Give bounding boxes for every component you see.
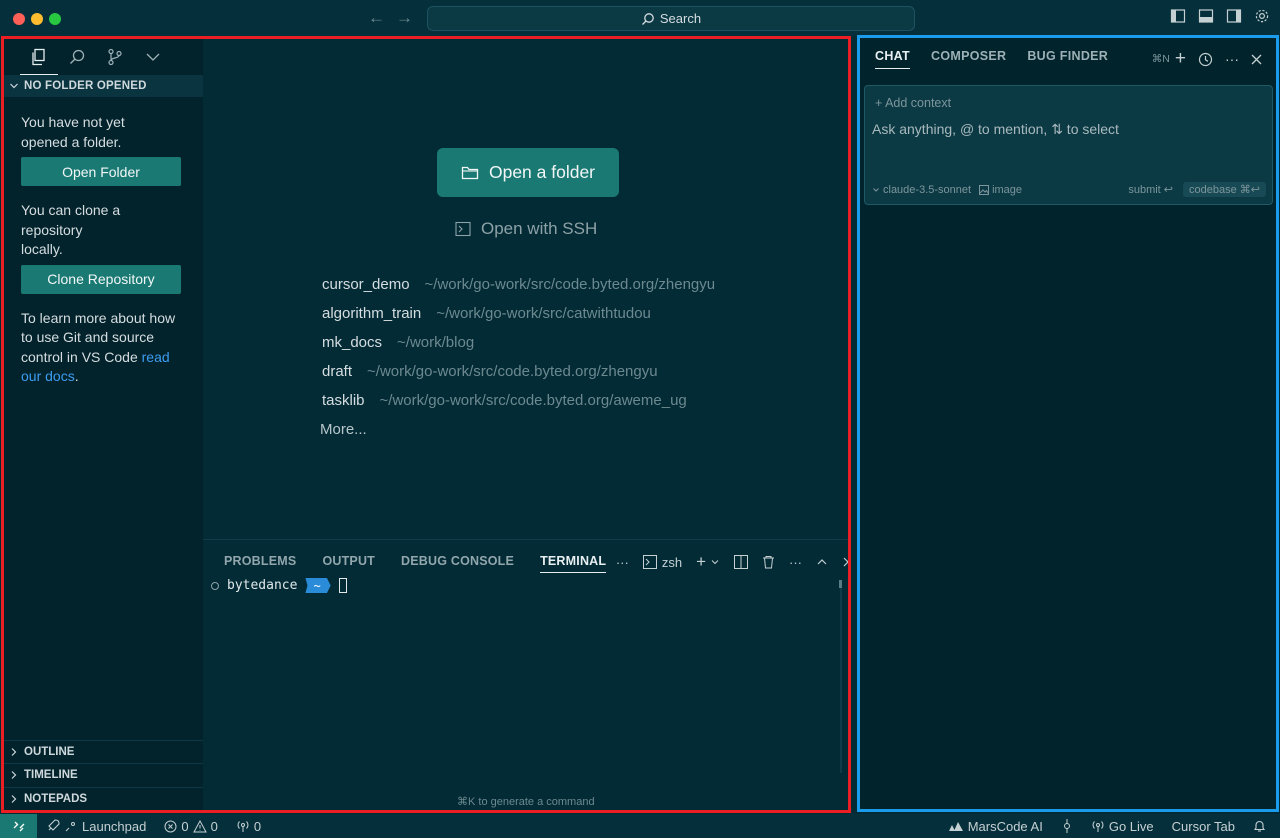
git-commit-item[interactable]: [1061, 819, 1073, 833]
problems-count-item[interactable]: 0 0: [164, 818, 218, 834]
rocket-icon: [48, 819, 60, 831]
ports-item[interactable]: 0: [236, 819, 261, 834]
remote-icon: [13, 821, 24, 832]
search-icon: [641, 12, 654, 25]
status-bar: Launchpad 0 0 0 MarsCode AI Go Live Curs…: [0, 814, 1280, 838]
forward-arrow-icon[interactable]: →: [396, 8, 413, 28]
toggle-panel-icon[interactable]: [1198, 8, 1214, 24]
broadcast-icon: [1092, 821, 1104, 832]
remote-connection-button[interactable]: [0, 814, 37, 838]
ports-count: 0: [253, 818, 262, 834]
warning-triangle-icon: [192, 819, 207, 832]
highlight-frame-left: [1, 36, 851, 813]
launchpad-item[interactable]: Launchpad: [46, 819, 146, 834]
command-search-bar[interactable]: Search: [427, 6, 915, 31]
title-bar: ← → Search: [0, 0, 1280, 36]
marscode-ai-item[interactable]: MarsCode AI: [948, 819, 1043, 834]
minimize-window-button[interactable]: [31, 13, 43, 25]
error-count: 0: [181, 818, 189, 834]
search-label: Search: [659, 11, 702, 26]
back-arrow-icon[interactable]: ←: [368, 8, 385, 28]
close-window-button[interactable]: [13, 13, 25, 25]
marscode-label: MarsCode AI: [967, 818, 1043, 834]
broadcast-icon: [237, 821, 249, 832]
bell-icon: [1253, 820, 1266, 832]
highlight-frame-right: [857, 35, 1279, 812]
toggle-primary-sidebar-icon[interactable]: [1170, 8, 1186, 24]
toggle-secondary-sidebar-icon[interactable]: [1226, 8, 1242, 24]
git-commit-icon: [1063, 819, 1070, 833]
launchpad-label: Launchpad: [82, 818, 147, 834]
warning-count: 0: [210, 818, 218, 834]
error-circle-icon: [164, 820, 177, 832]
marscode-logo-icon: [948, 822, 963, 831]
rocket-trail-icon: [65, 822, 75, 832]
maximize-window-button[interactable]: [49, 13, 61, 25]
cursor-tab-label: Cursor Tab: [1171, 818, 1235, 834]
notifications-item[interactable]: [1253, 819, 1266, 833]
go-live-label: Go Live: [1108, 818, 1154, 834]
go-live-item[interactable]: Go Live: [1091, 819, 1154, 834]
settings-gear-icon[interactable]: [1254, 8, 1270, 24]
cursor-tab-item[interactable]: Cursor Tab: [1172, 819, 1235, 834]
